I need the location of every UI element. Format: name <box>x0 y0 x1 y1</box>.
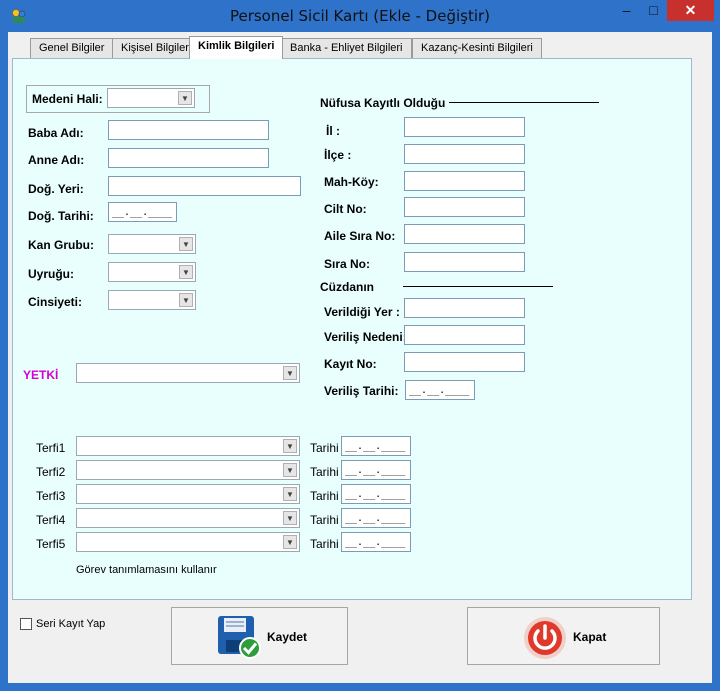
tab-genel-bilgiler[interactable]: Genel Bilgiler <box>30 38 114 58</box>
dog-yeri-field[interactable] <box>108 176 301 196</box>
il-field[interactable] <box>404 117 525 137</box>
ilce-field[interactable] <box>404 144 525 164</box>
terfi2-label: Terfi2 <box>36 465 66 479</box>
chevron-down-icon[interactable]: ▼ <box>179 293 193 307</box>
mah-koy-field[interactable] <box>404 171 525 191</box>
close-window-button[interactable]: ✕ <box>667 0 714 21</box>
mah-koy-label: Mah-Köy: <box>324 175 379 189</box>
dog-tarihi-label: Doğ. Tarihi: <box>28 209 94 223</box>
chevron-down-icon[interactable]: ▼ <box>178 91 192 105</box>
terfi4-select[interactable]: ▼ <box>76 508 300 528</box>
seri-kayit-checkbox[interactable] <box>20 618 32 630</box>
chevron-down-icon[interactable]: ▼ <box>283 439 297 453</box>
kan-grubu-label: Kan Grubu: <box>28 238 94 252</box>
window-title: Personel Sicil Kartı (Ekle - Değiştir) <box>229 7 491 25</box>
aile-sira-no-field[interactable] <box>404 224 525 244</box>
cinsiyeti-label: Cinsiyeti: <box>28 295 83 309</box>
sira-no-field[interactable] <box>404 252 525 272</box>
power-icon <box>522 615 568 661</box>
medeni-hali-label: Medeni Hali: <box>32 92 103 106</box>
tab-kisisel-bilgiler[interactable]: Kişisel Bilgiler <box>112 38 198 58</box>
sira-no-label: Sıra No: <box>324 257 371 271</box>
dog-tarihi-field[interactable]: __.__.____ <box>108 202 177 222</box>
cuzdan-divider <box>403 286 553 287</box>
tab-kimlik-bilgileri[interactable]: Kimlik Bilgileri <box>189 36 284 59</box>
terfi5-label: Terfi5 <box>36 537 66 551</box>
il-label: İl : <box>326 124 340 138</box>
terfi2-tarihi-field[interactable]: __.__.____ <box>341 460 411 480</box>
tab-kazanc-kesinti-bilgileri[interactable]: Kazanç-Kesinti Bilgileri <box>412 38 542 58</box>
seri-kayit-label: Seri Kayıt Yap <box>36 618 106 630</box>
cuzdan-heading: Cüzdanın <box>320 280 374 294</box>
uyrugu-select[interactable]: ▼ <box>108 262 196 282</box>
dog-yeri-label: Doğ. Yeri: <box>28 182 84 196</box>
terfi3-tarihi-field[interactable]: __.__.____ <box>341 484 411 504</box>
yetki-select[interactable]: ▼ <box>76 363 300 383</box>
chevron-down-icon[interactable]: ▼ <box>179 237 193 251</box>
tab-banka-ehliyet-bilgileri[interactable]: Banka - Ehliyet Bilgileri <box>281 38 412 58</box>
title-bar[interactable]: Personel Sicil Kartı (Ekle - Değiştir) –… <box>0 0 720 32</box>
chevron-down-icon[interactable]: ▼ <box>283 366 297 380</box>
nufus-divider <box>449 102 599 103</box>
verilis-tarihi-label: Veriliş Tarihi: <box>324 384 399 398</box>
anne-adi-field[interactable] <box>108 148 269 168</box>
close-button[interactable]: Kapat <box>467 607 660 665</box>
terfi1-tarihi-field[interactable]: __.__.____ <box>341 436 411 456</box>
kan-grubu-select[interactable]: ▼ <box>108 234 196 254</box>
verildigi-yer-label: Verildiği Yer : <box>324 305 400 319</box>
terfi5-select[interactable]: ▼ <box>76 532 300 552</box>
nufus-heading: Nüfusa Kayıtlı Olduğu <box>320 96 446 110</box>
gorev-tanimlamasi-label: Görev tanımlamasını kullanır <box>76 564 217 576</box>
medeni-hali-select[interactable]: ▼ <box>107 88 195 108</box>
terfi1-label: Terfi1 <box>36 441 66 455</box>
chevron-down-icon[interactable]: ▼ <box>283 463 297 477</box>
verilis-nedeni-label: Veriliş Nedeni: <box>324 330 407 344</box>
cilt-no-field[interactable] <box>404 197 525 217</box>
baba-adi-field[interactable] <box>108 120 269 140</box>
aile-sira-no-label: Aile Sıra No: <box>324 229 396 243</box>
terfi4-tarihi-field[interactable]: __.__.____ <box>341 508 411 528</box>
terfi5-tarihi-field[interactable]: __.__.____ <box>341 532 411 552</box>
ilce-label: İlçe : <box>324 148 352 162</box>
maximize-button[interactable]: □ <box>640 0 667 21</box>
close-button-label: Kapat <box>573 630 607 644</box>
terfi2-select[interactable]: ▼ <box>76 460 300 480</box>
kayit-no-field[interactable] <box>404 352 525 372</box>
chevron-down-icon[interactable]: ▼ <box>283 535 297 549</box>
terfi3-label: Terfi3 <box>36 489 66 503</box>
verilis-tarihi-field[interactable]: __.__.____ <box>405 380 475 400</box>
chevron-down-icon[interactable]: ▼ <box>283 511 297 525</box>
uyrugu-label: Uyruğu: <box>28 267 74 281</box>
chevron-down-icon[interactable]: ▼ <box>283 487 297 501</box>
cilt-no-label: Cilt No: <box>324 202 367 216</box>
save-button[interactable]: Kaydet <box>171 607 348 665</box>
anne-adi-label: Anne Adı: <box>28 153 85 167</box>
minimize-button[interactable]: – <box>613 0 640 21</box>
kayit-no-label: Kayıt No: <box>324 357 377 371</box>
baba-adi-label: Baba Adı: <box>28 126 84 140</box>
save-button-label: Kaydet <box>267 630 308 644</box>
terfi3-select[interactable]: ▼ <box>76 484 300 504</box>
verilis-nedeni-field[interactable] <box>404 325 525 345</box>
yetki-label: YETKİ <box>23 368 59 382</box>
terfi1-select[interactable]: ▼ <box>76 436 300 456</box>
verildigi-yer-field[interactable] <box>404 298 525 318</box>
cinsiyeti-select[interactable]: ▼ <box>108 290 196 310</box>
floppy-save-icon <box>216 614 262 660</box>
chevron-down-icon[interactable]: ▼ <box>179 265 193 279</box>
terfi4-label: Terfi4 <box>36 513 66 527</box>
